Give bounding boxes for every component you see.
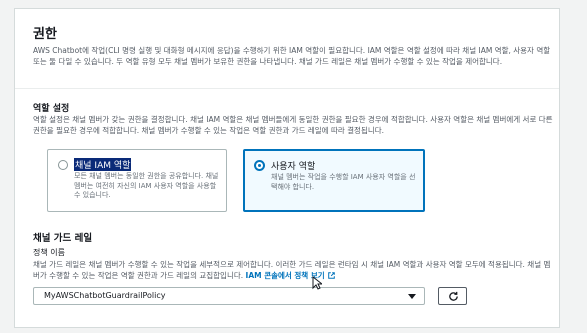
permissions-panel: 권한 AWS Chatbot에 작업(CLI 명령 실행 및 대화형 메시지에 … bbox=[14, 8, 560, 328]
section-divider bbox=[15, 88, 559, 89]
policy-select[interactable]: MyAWSChatbotGuardrailPolicy bbox=[33, 287, 425, 305]
refresh-icon bbox=[449, 291, 458, 301]
user-role-option[interactable]: 사용자 역할 채널 멤버는 작업을 수행할 IAM 사용자 역할을 선택해야 합… bbox=[243, 149, 425, 212]
channel-iam-role-label: 채널 IAM 역할 bbox=[74, 158, 132, 171]
permissions-title: 권한 bbox=[33, 27, 57, 42]
policy-name-label: 정책 이름 bbox=[33, 248, 65, 257]
policy-description: 채널 가드 레일은 채널 멤버가 수행할 수 있는 작업을 세부적으로 제어합니… bbox=[33, 259, 553, 281]
channel-iam-role-option[interactable]: 채널 IAM 역할 모든 채널 멤버는 동일한 권한을 공유합니다. 채널 멤버… bbox=[47, 149, 227, 212]
mouse-cursor-icon bbox=[312, 276, 322, 290]
guardrails-title: 채널 가드 레일 bbox=[33, 233, 93, 244]
radio-channel-iam-role[interactable] bbox=[58, 160, 68, 170]
role-settings-title: 역할 설정 bbox=[33, 104, 70, 114]
radio-user-role[interactable] bbox=[254, 160, 265, 171]
channel-iam-role-description: 모든 채널 멤버는 동일한 권한을 공유합니다. 채널 멤버는 여전히 자신의 … bbox=[74, 172, 219, 199]
user-role-description: 채널 멤버는 작업을 수행할 IAM 사용자 역할을 선택해야 합니다. bbox=[271, 173, 416, 191]
caret-down-icon bbox=[408, 294, 416, 299]
policy-select-value: MyAWSChatbotGuardrailPolicy bbox=[44, 291, 166, 300]
role-settings-description: 역할 설정은 채널 멤버가 갖는 권한을 결정합니다. 채널 IAM 역할은 채… bbox=[33, 115, 553, 135]
external-link-icon[interactable] bbox=[327, 272, 335, 279]
refresh-button[interactable] bbox=[438, 287, 467, 305]
user-role-label: 사용자 역할 bbox=[271, 162, 316, 172]
permissions-description: AWS Chatbot에 작업(CLI 명령 실행 및 대화형 메시지에 응답)… bbox=[33, 46, 551, 66]
